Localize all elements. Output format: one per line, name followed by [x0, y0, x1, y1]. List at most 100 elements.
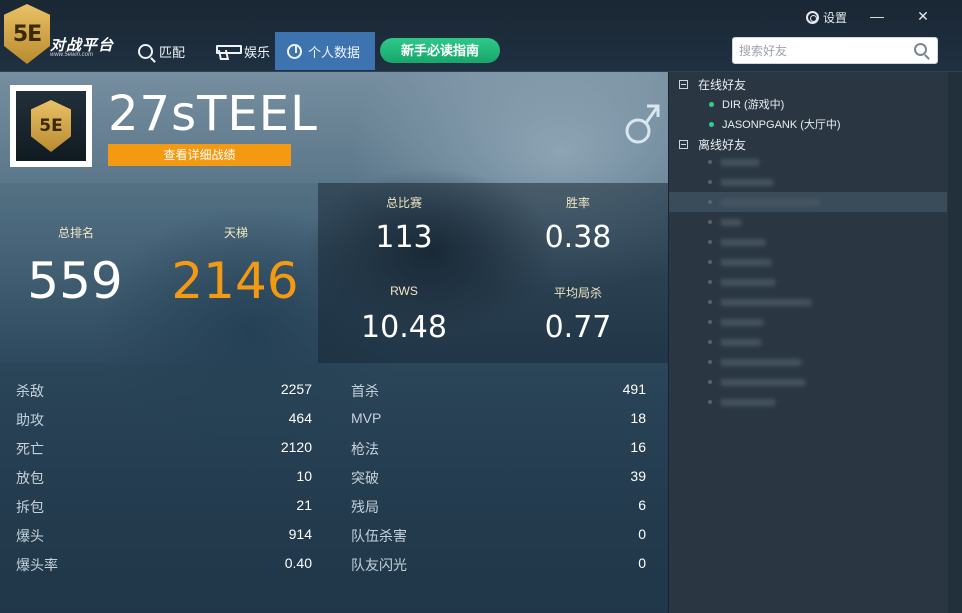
offline-friend-item[interactable] [708, 196, 820, 208]
blurred-friend-name [720, 318, 764, 326]
blurred-friend-name [720, 238, 766, 246]
stat-value: 6 [638, 497, 646, 513]
friend-search-input[interactable] [739, 41, 909, 60]
offline-friend-item[interactable] [708, 156, 760, 168]
offline-status-icon [708, 400, 712, 404]
blurred-friend-name [720, 278, 776, 286]
stat-value: 2120 [280, 439, 312, 455]
friend-item[interactable]: JASONPGANK (大厅中) [709, 116, 841, 132]
stat-row: 爆头 914 [16, 526, 312, 544]
stat-row: 残局 6 [351, 497, 646, 515]
offline-friend-item[interactable] [708, 216, 742, 228]
stat-label: 枪法 [351, 441, 379, 457]
stat-value: 0.40 [284, 555, 312, 571]
offline-status-icon [708, 280, 712, 284]
ladder-value: 2146 [171, 252, 299, 310]
stat-value: 0 [638, 526, 646, 542]
stats-panel: 5E 27sTEEL 查看详细战绩 总排名 559 天梯 2146 总比赛 11… [0, 72, 668, 613]
username: 27sTEEL [108, 86, 318, 142]
blurred-friend-name [720, 298, 812, 306]
minimize-button[interactable]: — [866, 6, 888, 26]
stat-row: 队伍杀害 0 [351, 526, 646, 544]
rank-value: 559 [27, 252, 123, 310]
stat-label: MVP [351, 410, 382, 426]
blurred-friend-name [720, 218, 742, 226]
stat-row: 爆头率 0.40 [16, 555, 312, 573]
stat-row: 枪法 16 [351, 439, 646, 457]
stat-row: 杀敌 2257 [16, 381, 312, 399]
offline-status-icon [708, 180, 712, 184]
stat-row: 助攻 464 [16, 410, 312, 428]
stat-row: 放包 10 [16, 468, 312, 486]
offline-status-icon [708, 200, 712, 204]
friends-scrollbar[interactable] [948, 72, 962, 613]
stat-label: 残局 [351, 499, 379, 515]
stat-label: 队伍杀害 [351, 528, 407, 544]
blurred-friend-name [720, 398, 776, 406]
close-button[interactable]: ✕ [912, 6, 934, 26]
offline-friend-item[interactable] [708, 296, 812, 308]
blurred-friend-name [720, 378, 806, 386]
stat-row: MVP 18 [351, 410, 646, 428]
offline-friend-item[interactable] [708, 316, 764, 328]
stat-value: 21 [296, 497, 312, 513]
settings-button[interactable]: 设置 [806, 9, 847, 26]
stat-value: 464 [288, 410, 312, 426]
stat-value: 0 [638, 555, 646, 571]
offline-status-icon [708, 220, 712, 224]
pie-chart-icon [287, 43, 302, 59]
friend-name: JASONPGANK (大厅中) [722, 119, 841, 131]
avatar-badge-icon: 5E [31, 100, 71, 152]
nav-personal-data-label: 个人数据 [308, 44, 361, 60]
collapse-icon [679, 80, 688, 89]
stat-label: 爆头 [16, 528, 44, 544]
stat-row: 死亡 2120 [16, 439, 312, 457]
blurred-friend-name [720, 158, 760, 166]
rws-label: RWS [390, 284, 418, 298]
gear-icon [806, 11, 819, 24]
avatar[interactable]: 5E [10, 85, 92, 167]
rws-value: 10.48 [361, 310, 447, 345]
nav-match-label: 匹配 [159, 44, 186, 60]
matches-label: 总比赛 [385, 196, 422, 210]
app-logo[interactable]: 5E 对战平台 www.5ewin.com [0, 0, 124, 68]
guide-button[interactable]: 新手必读指南 [380, 38, 500, 63]
offline-status-icon [708, 340, 712, 344]
stat-value: 16 [630, 439, 646, 455]
offline-status-icon [708, 360, 712, 364]
offline-status-icon [708, 260, 712, 264]
offline-friend-item[interactable] [708, 256, 772, 268]
avg-kill-value: 0.77 [544, 310, 612, 345]
offline-friend-item[interactable] [708, 276, 776, 288]
search-icon[interactable] [914, 43, 927, 56]
blurred-friend-name [720, 178, 774, 186]
offline-friend-item[interactable] [708, 376, 806, 388]
stat-value: 914 [288, 526, 312, 542]
friend-item[interactable]: DIR (游戏中) [709, 96, 784, 112]
offline-friend-item[interactable] [708, 236, 766, 248]
offline-friend-item[interactable] [708, 396, 776, 408]
avg-kill-label: 平均局杀 [553, 286, 602, 300]
ladder-label: 天梯 [223, 226, 248, 240]
offline-status-icon [708, 320, 712, 324]
offline-friend-item[interactable] [708, 336, 762, 348]
nav-match[interactable]: 匹配 [132, 32, 191, 70]
nav-entertainment[interactable]: 娱乐 [210, 32, 276, 70]
profile-header [0, 72, 668, 183]
stat-value: 491 [622, 381, 646, 397]
stat-label: 首杀 [351, 383, 379, 399]
stat-row: 突破 39 [351, 468, 646, 486]
search-icon [138, 43, 153, 59]
blurred-friend-name [720, 358, 802, 366]
offline-friend-item[interactable] [708, 176, 774, 188]
stat-label: 放包 [16, 470, 44, 486]
offline-friends-group[interactable]: 离线好友 [679, 136, 746, 153]
stat-label: 突破 [351, 470, 379, 486]
offline-status-icon [708, 300, 712, 304]
view-details-button[interactable]: 查看详细战绩 [108, 144, 291, 166]
nav-personal-data[interactable]: 个人数据 [275, 32, 375, 70]
settings-label: 设置 [823, 11, 848, 25]
online-friends-label: 在线好友 [698, 78, 747, 92]
offline-friend-item[interactable] [708, 356, 802, 368]
online-friends-group[interactable]: 在线好友 [679, 76, 746, 93]
